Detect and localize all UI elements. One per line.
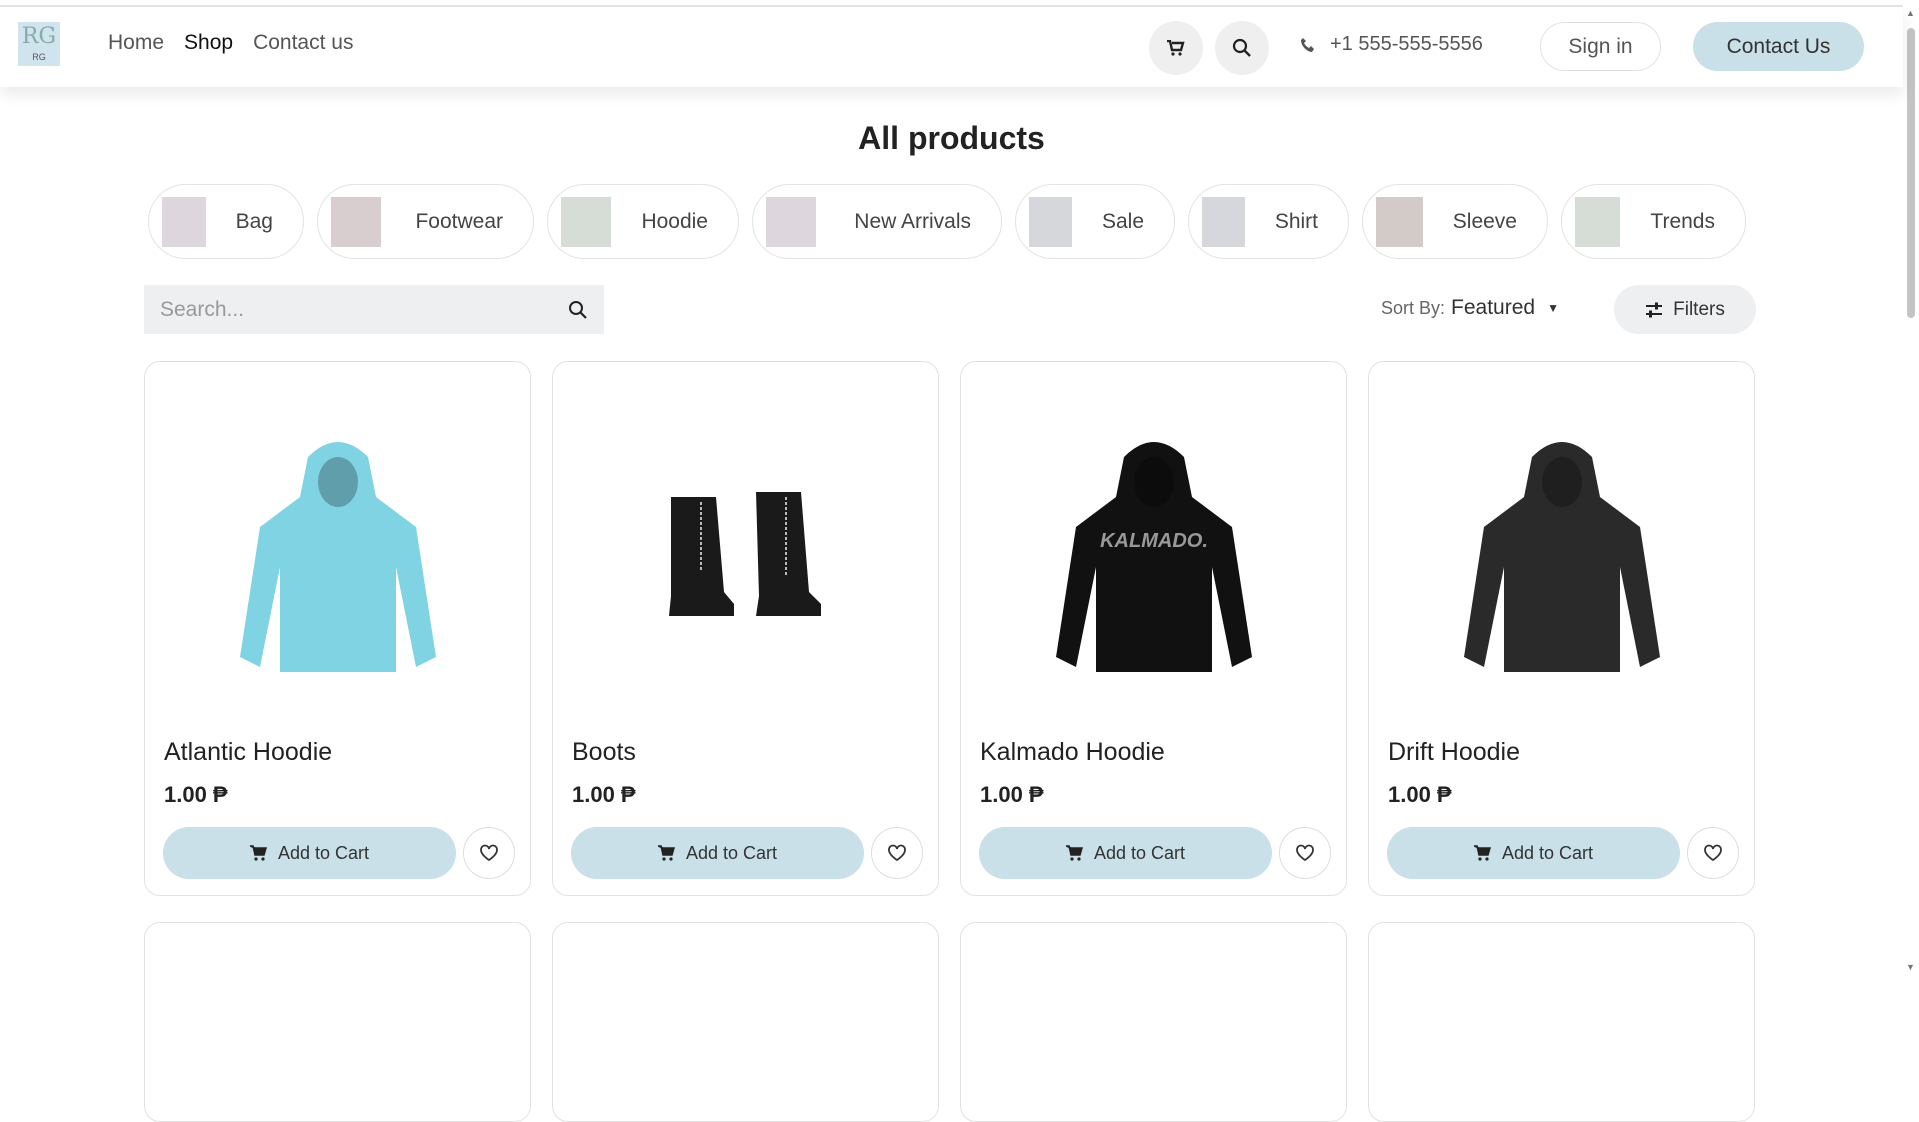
heart-icon	[1704, 844, 1722, 862]
product-card[interactable]	[552, 922, 939, 1122]
category-thumbnail	[1202, 196, 1245, 247]
add-to-cart-label: Add to Cart	[1093, 842, 1186, 863]
product-card[interactable]: Atlantic Hoodie 1.00 ₱ Add to Cart	[144, 361, 531, 896]
category-thumbnail	[162, 196, 206, 247]
scrollbar-thumb[interactable]	[1907, 28, 1915, 318]
cart-icon	[657, 845, 675, 861]
category-thumbnail	[561, 196, 611, 247]
heart-icon	[1296, 844, 1314, 862]
scroll-up-icon[interactable]: ▲	[1906, 8, 1915, 18]
product-card[interactable]: Boots 1.00 ₱ Add to Cart	[552, 361, 939, 896]
product-image[interactable]	[145, 402, 530, 712]
phone-link[interactable]: +1 555-555-5556	[1300, 33, 1483, 56]
category-list: Bag Footwear Hoodie New Arrivals Sale Shirt Sl…	[148, 184, 1746, 259]
category-thumbnail	[1029, 196, 1072, 247]
wishlist-button[interactable]	[1687, 827, 1739, 879]
category-label: Sale	[1101, 209, 1144, 233]
category-new-arrivals[interactable]: New Arrivals	[752, 184, 1002, 259]
product-name[interactable]: Kalmado Hoodie	[980, 738, 1165, 767]
nav-home[interactable]: Home	[108, 31, 164, 55]
product-image[interactable]	[1369, 402, 1754, 712]
logo[interactable]: RG RG	[18, 22, 60, 66]
product-card[interactable]: Drift Hoodie 1.00 ₱ Add to Cart	[1368, 361, 1755, 896]
wishlist-button[interactable]	[871, 827, 923, 879]
product-card[interactable]	[1368, 922, 1755, 1122]
scrollbar[interactable]: ▲ ▼	[1903, 0, 1919, 977]
product-grid: Atlantic Hoodie 1.00 ₱ Add to Cart Boots…	[144, 361, 1755, 1122]
page-title: All products	[858, 120, 1045, 156]
cart-icon	[1473, 845, 1491, 861]
category-sleeve[interactable]: Sleeve	[1362, 184, 1548, 259]
product-price: 1.00 ₱	[1388, 782, 1452, 807]
add-to-cart-label: Add to Cart	[277, 842, 370, 863]
category-thumbnail	[766, 196, 816, 247]
filters-button[interactable]: Filters	[1614, 285, 1756, 334]
filters-label: Filters	[1673, 298, 1725, 320]
sliders-icon	[1646, 302, 1663, 317]
heart-icon	[480, 844, 498, 862]
category-hoodie[interactable]: Hoodie	[547, 184, 739, 259]
category-label: Hoodie	[641, 209, 708, 233]
add-to-cart-button[interactable]: Add to Cart	[571, 827, 864, 879]
wishlist-button[interactable]	[1279, 827, 1331, 879]
svg-text:KALMADO.: KALMADO.	[1100, 530, 1208, 552]
add-to-cart-label: Add to Cart	[1501, 842, 1594, 863]
logo-text: RG	[32, 52, 46, 62]
product-card[interactable]	[144, 922, 531, 1122]
product-image[interactable]	[553, 402, 938, 712]
product-price: 1.00 ₱	[164, 782, 228, 807]
category-label: Footwear	[415, 209, 503, 233]
nav-shop[interactable]: Shop	[184, 31, 233, 55]
main-nav: Home Shop Contact us	[108, 31, 353, 55]
category-label: Bag	[235, 209, 273, 233]
category-label: Sleeve	[1452, 209, 1517, 233]
wishlist-button[interactable]	[463, 827, 515, 879]
cart-button[interactable]	[1149, 21, 1203, 75]
cart-icon	[1065, 845, 1083, 861]
contact-us-button[interactable]: Contact Us	[1693, 22, 1864, 71]
category-thumbnail	[1575, 196, 1621, 247]
search-placeholder: Search...	[160, 297, 245, 321]
scroll-down-icon[interactable]: ▼	[1906, 962, 1915, 972]
product-name[interactable]: Drift Hoodie	[1388, 738, 1520, 767]
add-to-cart-button[interactable]: Add to Cart	[979, 827, 1272, 879]
category-label: New Arrivals	[854, 209, 971, 233]
category-label: Shirt	[1274, 209, 1318, 233]
category-footwear[interactable]: Footwear	[317, 184, 534, 259]
product-price: 1.00 ₱	[572, 782, 636, 807]
product-image[interactable]: KALMADO.	[961, 402, 1346, 712]
category-sale[interactable]: Sale	[1015, 184, 1175, 259]
search-icon[interactable]	[568, 300, 588, 320]
category-label: Trends	[1650, 209, 1715, 233]
product-card[interactable]	[960, 922, 1347, 1122]
search-icon	[1232, 38, 1251, 57]
sort-label: Sort By:	[1381, 297, 1446, 318]
sort-value: Featured	[1451, 296, 1536, 319]
search-input[interactable]: Search...	[144, 285, 604, 334]
search-button[interactable]	[1215, 21, 1269, 75]
site-header: RG RG Home Shop Contact us +1 555-555-555…	[0, 7, 1903, 87]
sort-dropdown[interactable]: Sort By: Featured ▼	[1381, 296, 1559, 320]
add-to-cart-button[interactable]: Add to Cart	[1387, 827, 1680, 879]
category-shirt[interactable]: Shirt	[1188, 184, 1349, 259]
cart-icon	[1167, 40, 1185, 56]
sign-in-button[interactable]: Sign in	[1540, 22, 1661, 71]
heart-icon	[888, 844, 906, 862]
nav-contact-us[interactable]: Contact us	[253, 31, 353, 55]
add-to-cart-label: Add to Cart	[685, 842, 778, 863]
cart-icon	[249, 845, 267, 861]
category-thumbnail	[1376, 196, 1423, 247]
product-name[interactable]: Atlantic Hoodie	[164, 738, 332, 767]
category-trends[interactable]: Trends	[1561, 184, 1746, 259]
phone-icon	[1301, 37, 1314, 52]
product-name[interactable]: Boots	[572, 738, 636, 767]
product-price: 1.00 ₱	[980, 782, 1044, 807]
caret-down-icon: ▼	[1547, 301, 1559, 315]
phone-number: +1 555-555-5556	[1330, 33, 1483, 55]
category-thumbnail	[331, 196, 381, 247]
category-bag[interactable]: Bag	[148, 184, 304, 259]
product-card[interactable]: KALMADO. Kalmado Hoodie 1.00 ₱ Add to Ca…	[960, 361, 1347, 896]
add-to-cart-button[interactable]: Add to Cart	[163, 827, 456, 879]
